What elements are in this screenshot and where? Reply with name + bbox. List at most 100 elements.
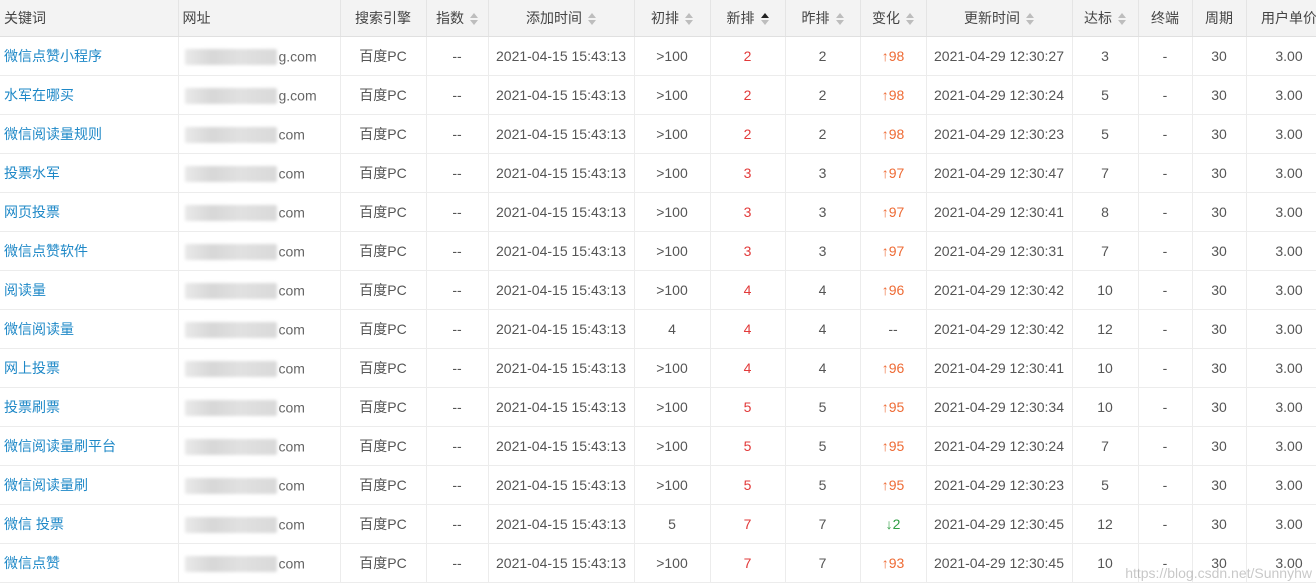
- added-time-cell: 2021-04-15 15:43:13: [488, 36, 635, 76]
- url-domain-tail: com: [278, 282, 305, 299]
- keyword-link[interactable]: 网页投票: [4, 204, 60, 220]
- redacted-url-mask: [184, 516, 277, 533]
- price-cell: 3.00: [1246, 426, 1316, 466]
- engine-cell: 百度PC: [340, 465, 427, 505]
- index-cell: --: [426, 387, 489, 427]
- cycle-cell: 30: [1192, 504, 1247, 544]
- header-initial[interactable]: 初排: [634, 0, 711, 37]
- yesterday-rank-cell: 3: [785, 192, 861, 232]
- keyword-cell: 微信点赞软件: [0, 231, 179, 271]
- sort-caret-icon[interactable]: [760, 13, 769, 26]
- cycle-cell: 30: [1192, 387, 1247, 427]
- initial-rank-cell: >100: [634, 36, 711, 76]
- keyword-cell: 投票刷票: [0, 387, 179, 427]
- new-rank-cell: 2: [710, 114, 786, 154]
- added-time-cell: 2021-04-15 15:43:13: [488, 426, 635, 466]
- keyword-link[interactable]: 微信 投票: [4, 516, 64, 532]
- keyword-link[interactable]: 微信阅读量: [4, 321, 74, 337]
- table-row: 微信阅读量刷平台 com 百度PC -- 2021-04-15 15:43:13 >100…: [0, 426, 1316, 466]
- price-cell: 3.00: [1246, 114, 1316, 154]
- reached-cell: 7: [1072, 153, 1139, 193]
- added-time-cell: 2021-04-15 15:43:13: [488, 309, 635, 349]
- header-keyword: 关键词: [0, 0, 179, 37]
- header-yesterday[interactable]: 昨排: [785, 0, 861, 37]
- table-row: 网上投票 com 百度PC -- 2021-04-15 15:43:13 >100 4 4 ↑9…: [0, 348, 1316, 388]
- index-cell: --: [426, 36, 489, 76]
- keyword-link[interactable]: 投票水军: [4, 165, 60, 181]
- reached-cell: 5: [1072, 465, 1139, 505]
- keyword-link[interactable]: 微信阅读量刷平台: [4, 438, 116, 454]
- header-terminal: 终端: [1138, 0, 1193, 37]
- header-index[interactable]: 指数: [426, 0, 489, 37]
- new-rank-cell: 5: [710, 465, 786, 505]
- terminal-cell: -: [1138, 387, 1193, 427]
- price-cell: 3.00: [1246, 231, 1316, 271]
- price-cell: 3.00: [1246, 387, 1316, 427]
- sort-caret-icon[interactable]: [1026, 13, 1034, 26]
- updated-time-cell: 2021-04-29 12:30:45: [926, 504, 1073, 544]
- price-cell: 3.00: [1246, 309, 1316, 349]
- table-row: 微信点赞软件 com 百度PC -- 2021-04-15 15:43:13 >100 3 3…: [0, 231, 1316, 271]
- keyword-link[interactable]: 微信阅读量规则: [4, 126, 102, 142]
- sort-caret-icon[interactable]: [685, 13, 693, 26]
- initial-rank-cell: 5: [634, 504, 711, 544]
- redacted-url-mask: [184, 399, 277, 416]
- keyword-ranking-table-container: 关键词 网址 搜索引擎 指数 添加时间 初排 新排 昨排 变化 更新时间 达标 终端 周期 用户单价 微信…: [0, 0, 1316, 583]
- initial-rank-cell: >100: [634, 231, 711, 271]
- header-url-label: 网址: [182, 10, 211, 26]
- new-rank-cell: 7: [710, 543, 786, 583]
- new-rank-cell: 2: [710, 75, 786, 115]
- redacted-url-mask: [184, 165, 277, 182]
- updated-time-cell: 2021-04-29 12:30:41: [926, 348, 1073, 388]
- keyword-link[interactable]: 微信阅读量刷: [4, 477, 88, 493]
- terminal-cell: -: [1138, 114, 1193, 154]
- reached-cell: 7: [1072, 426, 1139, 466]
- keyword-link[interactable]: 阅读量: [4, 282, 46, 298]
- url-domain-tail: com: [278, 360, 305, 377]
- engine-cell: 百度PC: [340, 426, 427, 466]
- url-domain-tail: com: [278, 399, 305, 416]
- header-change[interactable]: 变化: [860, 0, 927, 37]
- header-new[interactable]: 新排: [710, 0, 786, 37]
- updated-time-cell: 2021-04-29 12:30:31: [926, 231, 1073, 271]
- added-time-cell: 2021-04-15 15:43:13: [488, 231, 635, 271]
- index-cell: --: [426, 192, 489, 232]
- header-row: 关键词 网址 搜索引擎 指数 添加时间 初排 新排 昨排 变化 更新时间 达标 终端 周期 用户单价: [0, 0, 1316, 37]
- keyword-link[interactable]: 微信点赞软件: [4, 243, 88, 259]
- initial-rank-cell: >100: [634, 75, 711, 115]
- keyword-link[interactable]: 水军在哪买: [4, 87, 74, 103]
- reached-cell: 5: [1072, 114, 1139, 154]
- sort-caret-icon[interactable]: [835, 13, 844, 26]
- engine-cell: 百度PC: [340, 192, 427, 232]
- updated-time-cell: 2021-04-29 12:30:34: [926, 387, 1073, 427]
- reached-cell: 12: [1072, 504, 1139, 544]
- header-updated[interactable]: 更新时间: [926, 0, 1073, 37]
- sort-caret-icon[interactable]: [906, 13, 914, 26]
- keyword-link[interactable]: 微信点赞: [4, 555, 60, 571]
- updated-time-cell: 2021-04-29 12:30:27: [926, 36, 1073, 76]
- keyword-cell: 阅读量: [0, 270, 179, 310]
- sort-caret-icon[interactable]: [1118, 13, 1126, 26]
- sort-caret-icon[interactable]: [470, 13, 478, 26]
- initial-rank-cell: >100: [634, 465, 711, 505]
- url-cell: com: [178, 114, 341, 154]
- keyword-link[interactable]: 投票刷票: [4, 399, 60, 415]
- cycle-cell: 30: [1192, 270, 1247, 310]
- keyword-link[interactable]: 网上投票: [4, 360, 60, 376]
- url-cell: g.com: [178, 36, 341, 76]
- initial-rank-cell: >100: [634, 348, 711, 388]
- keyword-link[interactable]: 微信点赞小程序: [4, 48, 102, 64]
- cycle-cell: 30: [1192, 75, 1247, 115]
- header-reached[interactable]: 达标: [1072, 0, 1139, 37]
- reached-cell: 7: [1072, 231, 1139, 271]
- sort-caret-icon[interactable]: [588, 13, 596, 26]
- header-keyword-label: 关键词: [4, 10, 46, 26]
- cycle-cell: 30: [1192, 153, 1247, 193]
- url-cell: com: [178, 309, 341, 349]
- keyword-cell: 微信阅读量规则: [0, 114, 179, 154]
- terminal-cell: -: [1138, 348, 1193, 388]
- redacted-url-mask: [184, 87, 277, 104]
- header-added[interactable]: 添加时间: [488, 0, 635, 37]
- added-time-cell: 2021-04-15 15:43:13: [488, 504, 635, 544]
- url-cell: com: [178, 231, 341, 271]
